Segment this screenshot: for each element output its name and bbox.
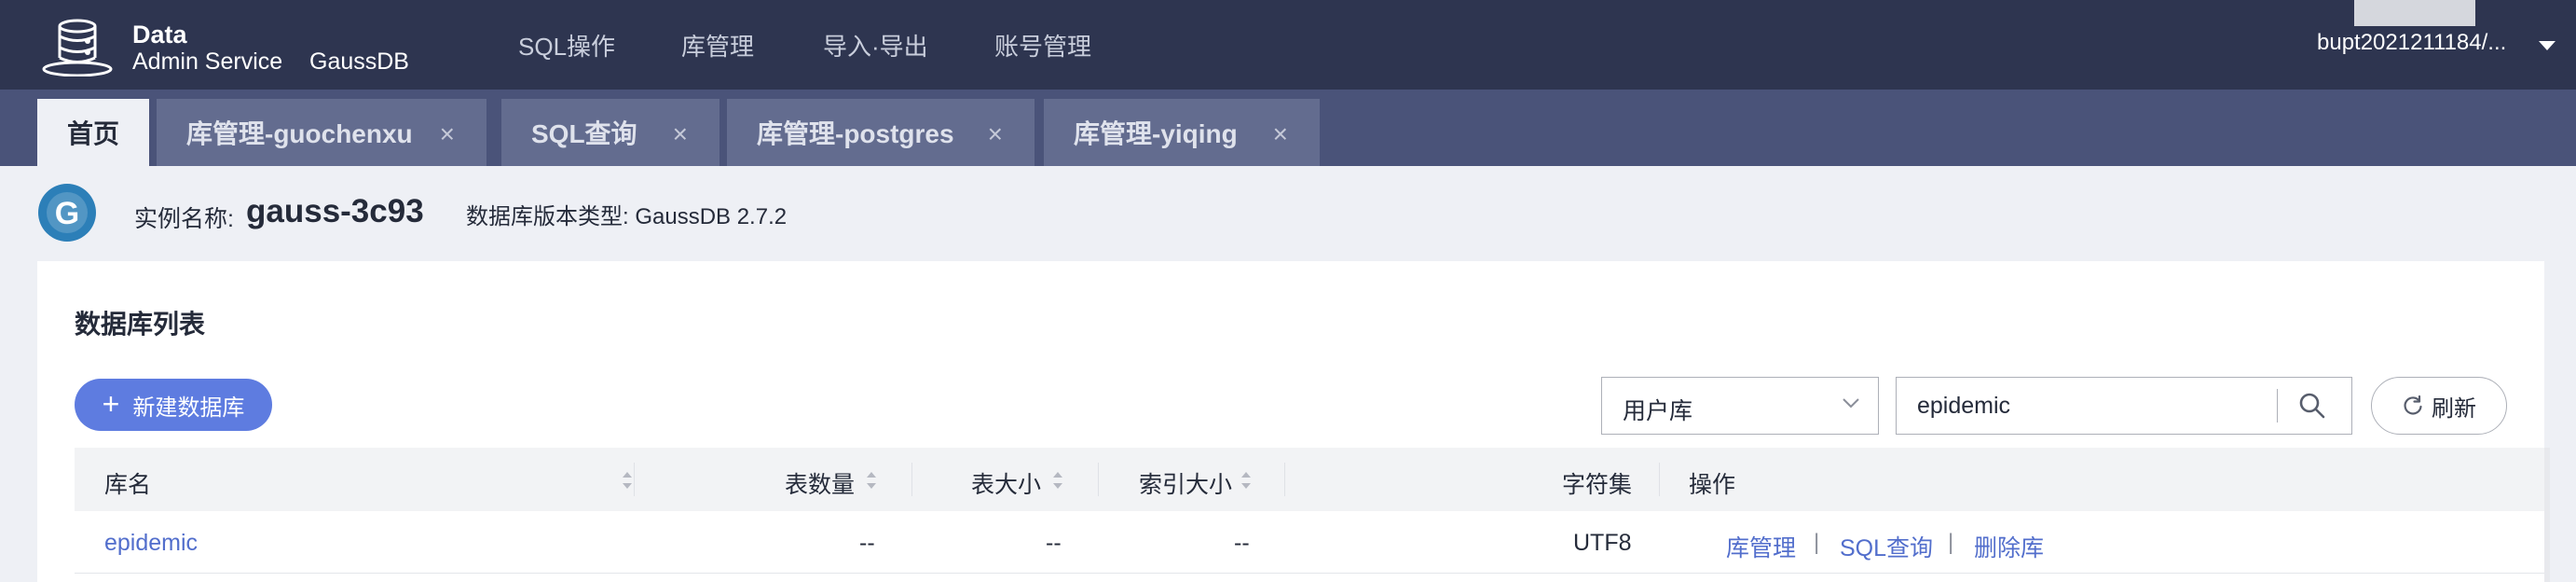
close-icon[interactable]: × [440, 119, 455, 149]
chevron-down-icon [1843, 398, 1859, 409]
cell-table-count: -- [859, 530, 875, 556]
col-table-size: 表大小 [971, 472, 1042, 498]
search-icon[interactable] [2297, 391, 2327, 421]
cell-charset: UTF8 [1573, 530, 1632, 556]
action-separator: | [1814, 530, 1820, 555]
plus-icon: + [102, 386, 120, 421]
select-value: 用户库 [1623, 398, 1693, 424]
col-index-size: 索引大小 [1139, 472, 1233, 498]
card-title: 数据库列表 [75, 310, 206, 339]
column-divider [911, 463, 912, 496]
column-divider [634, 463, 635, 496]
caret-down-icon[interactable] [2539, 41, 2555, 50]
gaussdb-letter: G [55, 196, 79, 231]
manage-db-link[interactable]: 库管理 [1726, 530, 1796, 563]
cell-table-size: -- [1046, 530, 1062, 556]
column-divider [1098, 463, 1099, 496]
sort-icon[interactable] [621, 468, 634, 492]
table-scroll-edge [2544, 448, 2550, 582]
brand-db: GaussDB [309, 48, 409, 75]
tab-label: 库管理-yiqing [1074, 119, 1238, 148]
database-logo-icon[interactable] [41, 17, 114, 76]
user-avatar-placeholder [2354, 0, 2475, 26]
nav-sql-operations[interactable]: SQL操作 [518, 28, 615, 62]
search-input[interactable]: epidemic [1896, 377, 2352, 435]
close-icon[interactable]: × [1273, 119, 1288, 149]
db-type-select[interactable]: 用户库 [1601, 377, 1879, 435]
instance-name: gauss-3c93 [246, 193, 424, 229]
sql-query-link[interactable]: SQL查询 [1840, 530, 1933, 563]
instance-name-label: 实例名称: [134, 206, 234, 232]
db-version: 数据库版本类型: GaussDB 2.7.2 [466, 204, 788, 229]
column-divider [1284, 463, 1285, 496]
tab-home[interactable]: 首页 [37, 99, 149, 166]
tab-label: 库管理-guochenxu [186, 119, 413, 148]
sort-icon[interactable] [1240, 468, 1253, 492]
refresh-label: 刷新 [2432, 395, 2476, 422]
refresh-button[interactable]: 刷新 [2371, 377, 2507, 435]
tab-db-guochenxu[interactable]: 库管理-guochenxu × [157, 99, 486, 166]
close-icon[interactable]: × [673, 119, 688, 149]
search-value: epidemic [1917, 393, 2011, 419]
col-table-count: 表数量 [785, 472, 856, 498]
column-divider [1659, 463, 1660, 496]
database-list-card: 数据库列表 + 新建数据库 用户库 epidemic 刷新 库名 表数量 表大小 [37, 261, 2550, 582]
tab-label: SQL查询 [531, 119, 637, 148]
new-database-button[interactable]: + 新建数据库 [75, 379, 272, 431]
nav-account-management[interactable]: 账号管理 [994, 28, 1091, 62]
nav-db-management[interactable]: 库管理 [681, 28, 754, 62]
user-menu[interactable]: bupt2021211184/... [2317, 30, 2506, 56]
close-icon[interactable]: × [988, 119, 1003, 149]
new-database-label: 新建数据库 [132, 395, 245, 421]
sort-icon[interactable] [1051, 468, 1064, 492]
table-header: 库名 表数量 表大小 索引大小 字符集 操作 [75, 448, 2544, 511]
action-separator: | [1948, 530, 1954, 555]
tab-db-postgres[interactable]: 库管理-postgres × [727, 99, 1035, 166]
brand-subtitle: Admin Service [132, 48, 283, 75]
nav-import-export[interactable]: 导入·导出 [823, 28, 928, 62]
tab-db-yiqing[interactable]: 库管理-yiqing × [1044, 99, 1320, 166]
db-name-link[interactable]: epidemic [104, 530, 198, 557]
tab-label: 首页 [67, 119, 120, 148]
delete-db-link[interactable]: 删除库 [1974, 530, 2044, 563]
col-db-name: 库名 [104, 472, 152, 498]
refresh-icon [2404, 395, 2422, 415]
sort-icon[interactable] [865, 468, 878, 492]
tab-sql-query[interactable]: SQL查询 × [501, 99, 719, 166]
tab-label: 库管理-postgres [757, 119, 954, 148]
brand-title: Data [132, 21, 187, 48]
table-row: epidemic -- -- -- UTF8 库管理 | SQL查询 | 删除库 [75, 511, 2544, 574]
col-actions: 操作 [1689, 472, 1736, 498]
top-navbar: Data Admin Service GaussDB SQL操作 库管理 导入·… [0, 0, 2576, 90]
search-divider [2277, 389, 2278, 423]
page-tabs: 首页 库管理-guochenxu × SQL查询 × 库管理-postgres … [0, 90, 2576, 166]
col-charset: 字符集 [1562, 472, 1633, 498]
cell-index-size: -- [1234, 530, 1250, 556]
gaussdb-icon: G [38, 184, 96, 242]
